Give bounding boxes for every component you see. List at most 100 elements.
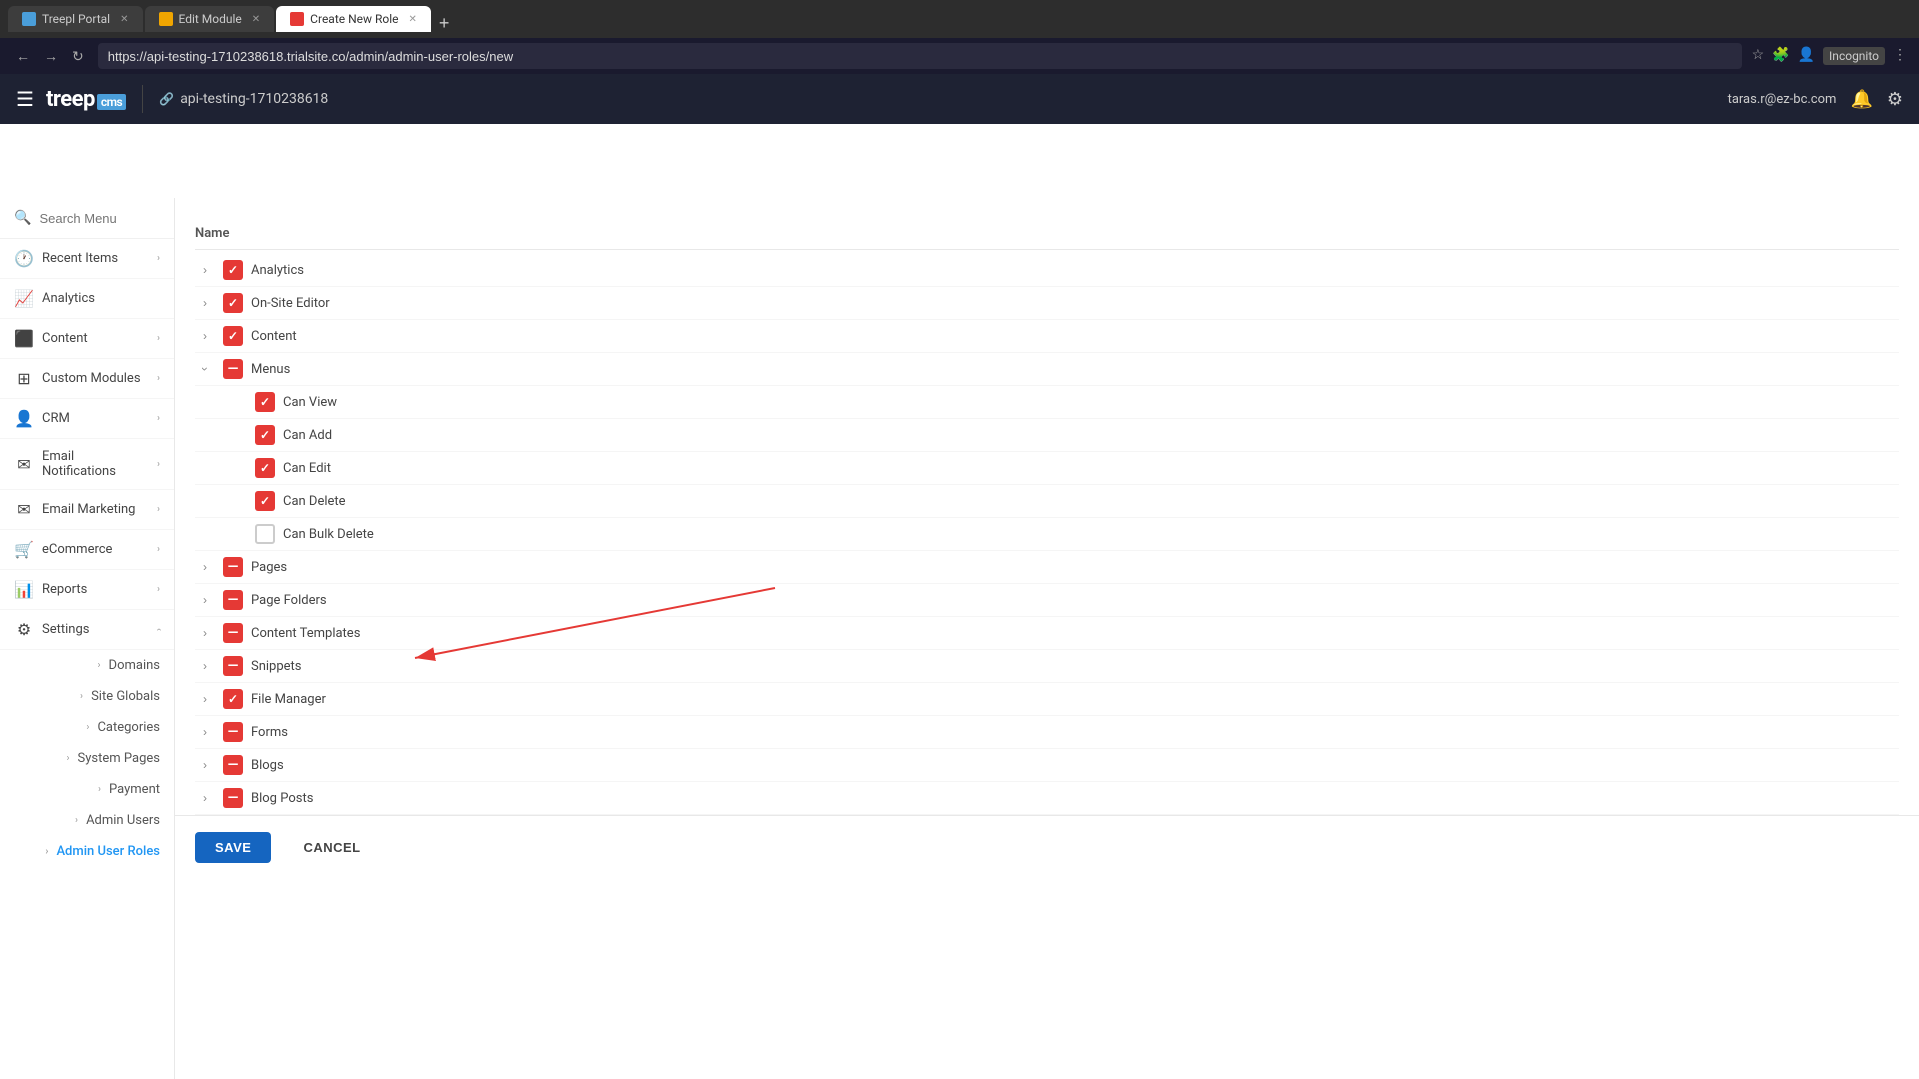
analytics-checkbox[interactable]: ✓ (223, 260, 243, 280)
perm-row-on-site-editor: › ✓ On-Site Editor (195, 287, 1899, 320)
save-button[interactable]: SAVE (195, 832, 271, 863)
sidebar-subitem-site-globals[interactable]: › Site Globals (0, 681, 174, 712)
page-folders-expand-btn[interactable]: › (195, 593, 215, 607)
permissions-container: Name › ✓ Analytics › ✓ On-Site Editor (175, 218, 1919, 815)
on-site-editor-expand-btn[interactable]: › (195, 296, 215, 310)
bookmark-icon[interactable]: ☆ (1752, 47, 1765, 65)
page-folders-checkbox[interactable]: — (223, 590, 243, 610)
extension-icon[interactable]: 🧩 (1772, 47, 1789, 65)
blogs-dash-icon: — (228, 758, 239, 772)
sidebar-item-custom-modules[interactable]: ⊞ Custom Modules › (0, 359, 174, 399)
blog-posts-expand-btn[interactable]: › (195, 791, 215, 805)
settings-gear-icon[interactable]: ⚙ (1887, 89, 1903, 110)
new-tab-button[interactable]: + (433, 14, 456, 32)
blogs-checkbox[interactable]: — (223, 755, 243, 775)
cancel-button[interactable]: CANCEL (283, 832, 380, 863)
can-delete-check-icon: ✓ (260, 494, 270, 508)
reload-button[interactable]: ↻ (68, 46, 88, 67)
file-manager-check-icon: ✓ (228, 692, 238, 706)
topbar-site-name: api-testing-1710238618 (180, 91, 328, 107)
sidebar-item-email-marketing[interactable]: ✉ Email Marketing › (0, 490, 174, 530)
hamburger-icon[interactable]: ☰ (16, 87, 34, 111)
can-add-checkbox[interactable]: ✓ (255, 425, 275, 445)
domains-chevron-icon: › (98, 660, 101, 671)
tab-close-create[interactable]: ✕ (409, 14, 417, 25)
forms-checkbox[interactable]: — (223, 722, 243, 742)
search-menu-input[interactable] (39, 211, 175, 226)
perm-row-pages: › — Pages (195, 551, 1899, 584)
ecommerce-icon: 🛒 (14, 540, 34, 559)
sidebar-subitem-admin-user-roles[interactable]: › Admin User Roles (0, 836, 174, 867)
sidebar-item-ecommerce[interactable]: 🛒 eCommerce › (0, 530, 174, 570)
sidebar-subitem-admin-users[interactable]: › Admin Users (0, 805, 174, 836)
on-site-editor-checkbox[interactable]: ✓ (223, 293, 243, 313)
menus-dash-icon: — (228, 362, 239, 376)
sidebar-item-content[interactable]: ⬛ Content › (0, 319, 174, 359)
url-input[interactable] (98, 43, 1742, 69)
forward-button[interactable]: → (40, 46, 62, 67)
menus-label: Menus (251, 362, 290, 377)
content-checkbox[interactable]: ✓ (223, 326, 243, 346)
sidebar-item-settings[interactable]: ⚙ Settings ‹ (0, 610, 174, 650)
can-bulk-delete-label: Can Bulk Delete (283, 527, 374, 542)
file-manager-checkbox[interactable]: ✓ (223, 689, 243, 709)
payment-chevron-icon: › (98, 784, 101, 795)
sidebar-subitem-domains[interactable]: › Domains (0, 650, 174, 681)
user-email: taras.r@ez-bc.com (1728, 92, 1837, 107)
sidebar-label-analytics: Analytics (42, 291, 160, 306)
forms-expand-btn[interactable]: › (195, 725, 215, 739)
menus-expand-btn[interactable]: › (198, 359, 212, 379)
browser-tab-create-role[interactable]: Create New Role ✕ (276, 6, 431, 32)
browser-tab-treepl[interactable]: Treepl Portal ✕ (8, 6, 143, 32)
sidebar-label-custom-modules: Custom Modules (42, 371, 149, 386)
blog-posts-label: Blog Posts (251, 791, 313, 806)
app-topbar: ☰ treepcms 🔗 api-testing-1710238618 tara… (0, 74, 1919, 124)
sidebar-subitem-categories[interactable]: › Categories (0, 712, 174, 743)
sidebar-item-recent-items[interactable]: 🕐 Recent Items › (0, 239, 174, 279)
sidebar-label-recent-items: Recent Items (42, 251, 149, 266)
back-button[interactable]: ← (12, 46, 34, 67)
can-view-checkbox[interactable]: ✓ (255, 392, 275, 412)
menus-checkbox[interactable]: — (223, 359, 243, 379)
pages-expand-btn[interactable]: › (195, 560, 215, 574)
can-edit-checkbox[interactable]: ✓ (255, 458, 275, 478)
tab-favicon-treepl (22, 12, 36, 26)
content-chevron-icon: › (157, 333, 160, 344)
content-icon: ⬛ (14, 329, 34, 348)
sidebar-label-ecommerce: eCommerce (42, 542, 149, 557)
browser-tab-edit-module[interactable]: Edit Module ✕ (145, 6, 275, 32)
analytics-expand-btn[interactable]: › (195, 263, 215, 277)
snippets-expand-btn[interactable]: › (195, 659, 215, 673)
tab-close-treepl[interactable]: ✕ (120, 14, 128, 25)
content-templates-checkbox[interactable]: — (223, 623, 243, 643)
pages-checkbox[interactable]: — (223, 557, 243, 577)
notification-bell-icon[interactable]: 🔔 (1850, 89, 1872, 110)
can-bulk-delete-checkbox[interactable] (255, 524, 275, 544)
site-link-icon: 🔗 (159, 92, 174, 106)
sidebar-subitem-payment[interactable]: › Payment (0, 774, 174, 805)
sidebar-item-analytics[interactable]: 📈 Analytics (0, 279, 174, 319)
snippets-checkbox[interactable]: — (223, 656, 243, 676)
settings-icon: ⚙ (14, 620, 34, 639)
settings-browser-icon[interactable]: ⋮ (1893, 47, 1907, 65)
snippets-dash-icon: — (228, 659, 239, 673)
topbar-right: taras.r@ez-bc.com 🔔 ⚙ (1728, 89, 1903, 110)
profile-icon[interactable]: 👤 (1798, 47, 1815, 65)
perm-row-content: › ✓ Content (195, 320, 1899, 353)
nav-buttons: ← → ↻ (12, 46, 88, 67)
sidebar-subitem-system-pages[interactable]: › System Pages (0, 743, 174, 774)
content-templates-label: Content Templates (251, 626, 360, 641)
reports-chevron-icon: › (157, 584, 160, 595)
perm-row-blogs: › — Blogs (195, 749, 1899, 782)
tab-favicon-create (290, 12, 304, 26)
blogs-expand-btn[interactable]: › (195, 758, 215, 772)
content-expand-btn[interactable]: › (195, 329, 215, 343)
file-manager-expand-btn[interactable]: › (195, 692, 215, 706)
blog-posts-checkbox[interactable]: — (223, 788, 243, 808)
content-templates-expand-btn[interactable]: › (195, 626, 215, 640)
sidebar-item-reports[interactable]: 📊 Reports › (0, 570, 174, 610)
sidebar-item-email-notifications[interactable]: ✉ Email Notifications › (0, 439, 174, 490)
sidebar-item-crm[interactable]: 👤 CRM › (0, 399, 174, 439)
can-delete-checkbox[interactable]: ✓ (255, 491, 275, 511)
tab-close-edit[interactable]: ✕ (252, 14, 260, 25)
